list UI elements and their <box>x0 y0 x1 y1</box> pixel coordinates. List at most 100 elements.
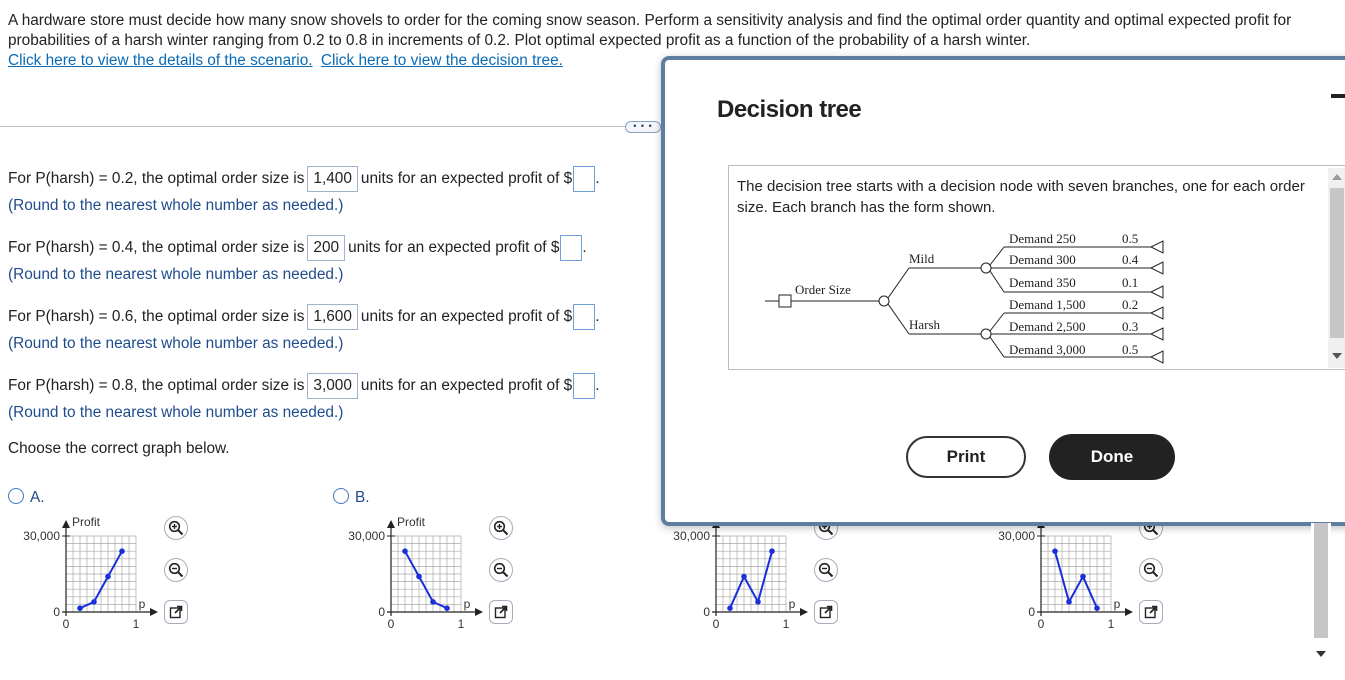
probability-label: 0.4 <box>1122 252 1139 267</box>
x-tick-label: 1 <box>1108 617 1115 631</box>
minimize-icon[interactable] <box>1331 94 1345 98</box>
x-tick-label: 1 <box>783 617 790 631</box>
data-point <box>402 548 408 554</box>
y-axis-label: Profit <box>397 515 426 529</box>
x-tick-label: 0 <box>713 617 720 631</box>
scroll-up-icon[interactable] <box>1332 174 1342 180</box>
y-tick-label: 0 <box>53 605 60 619</box>
page-scroll-down-icon[interactable] <box>1316 651 1326 657</box>
profit-chart: 30,000 00 1 p <box>673 520 808 631</box>
expand-icon[interactable] <box>1139 600 1163 624</box>
answer-row: For P(harsh) = 0.2, the optimal order si… <box>8 166 600 192</box>
rounding-hint: (Round to the nearest whole number as ne… <box>8 335 344 352</box>
order-size-label: Order Size <box>795 282 851 297</box>
row-middle: units for an expected profit of $ <box>360 170 573 188</box>
x-axis-label: p <box>1114 597 1121 611</box>
rounding-hint: (Round to the nearest whole number as ne… <box>8 404 344 421</box>
expand-icon[interactable] <box>489 600 513 624</box>
profit-chart: Profit 30,000 00 1 p <box>23 515 158 631</box>
row-prefix: For P(harsh) = 0.6, the optimal order si… <box>8 308 305 326</box>
expand-icon[interactable] <box>814 600 838 624</box>
zoom-in-icon[interactable] <box>489 516 513 540</box>
row-middle: units for an expected profit of $ <box>360 377 573 395</box>
print-button[interactable]: Print <box>906 436 1026 478</box>
y-tick-label: 30,000 <box>998 529 1035 543</box>
branch-harsh-label: Harsh <box>909 317 941 332</box>
y-tick-label: 0 <box>1028 605 1035 619</box>
data-point <box>741 573 747 580</box>
zoom-out-icon[interactable] <box>489 558 513 582</box>
probability-label: 0.5 <box>1122 342 1138 357</box>
order-size-answer[interactable]: 1,400 <box>307 166 358 192</box>
zoom-out-icon[interactable] <box>164 558 188 582</box>
data-point <box>727 605 733 611</box>
data-point <box>430 599 436 605</box>
more-button[interactable]: • • • <box>625 121 661 133</box>
scenario-link[interactable]: Click here to view the details of the sc… <box>8 52 313 69</box>
divider <box>0 126 628 127</box>
decision-tree-dialog: Decision tree The decision tree starts w… <box>661 56 1345 526</box>
row-middle: units for an expected profit of $ <box>348 239 560 257</box>
answer-row: For P(harsh) = 0.4, the optimal order si… <box>8 235 587 261</box>
x-tick-label: 1 <box>133 617 140 631</box>
scroll-thumb[interactable] <box>1330 188 1344 338</box>
probability-label: 0.5 <box>1122 231 1138 246</box>
zoom-in-icon[interactable] <box>164 516 188 540</box>
row-prefix: For P(harsh) = 0.8, the optimal order si… <box>8 377 305 395</box>
decision-tree-link[interactable]: Click here to view the decision tree. <box>321 52 563 69</box>
x-axis-label: p <box>139 597 146 611</box>
links-row: Click here to view the details of the sc… <box>8 52 567 70</box>
row-suffix: . <box>595 308 600 326</box>
y-tick-label: 30,000 <box>348 529 385 543</box>
dialog-title: Decision tree <box>717 96 862 123</box>
radio-button[interactable] <box>333 488 349 504</box>
option-radio[interactable]: A. <box>8 488 45 507</box>
outcome-label: Demand 300 <box>1009 252 1076 267</box>
x-tick-label: 1 <box>458 617 465 631</box>
page-scrollbar[interactable] <box>1311 523 1331 674</box>
expand-icon[interactable] <box>164 600 188 624</box>
row-suffix: . <box>582 239 587 257</box>
panel-scrollbar[interactable] <box>1328 168 1345 368</box>
x-axis-label: p <box>464 597 471 611</box>
data-point <box>105 573 111 580</box>
y-tick-label: 0 <box>703 605 710 619</box>
profit-chart: 30,000 00 1 p <box>998 520 1133 631</box>
done-button[interactable]: Done <box>1049 434 1175 480</box>
probability-label: 0.1 <box>1122 275 1138 290</box>
order-size-answer[interactable]: 200 <box>307 235 346 261</box>
profit-input[interactable] <box>573 373 596 399</box>
graph-option[interactable]: A. Profit 30,000 0 0 1 p <box>8 486 328 666</box>
data-point <box>119 548 125 554</box>
question-text: A hardware store must decide how many sn… <box>8 12 1292 49</box>
option-radio[interactable]: B. <box>333 488 370 507</box>
choose-prompt: Choose the correct graph below. <box>8 440 230 457</box>
y-tick-label: 0 <box>378 605 385 619</box>
data-point <box>769 548 775 554</box>
radio-button[interactable] <box>8 488 24 504</box>
rounding-hint: (Round to the nearest whole number as ne… <box>8 266 344 283</box>
outcome-label: Demand 2,500 <box>1009 319 1086 334</box>
probability-label: 0.2 <box>1122 297 1138 312</box>
graph-option[interactable]: B. Profit 30,000 0 0 1 p <box>333 486 653 666</box>
profit-chart: Profit 30,000 00 1 p <box>348 515 483 631</box>
option-label: B. <box>355 489 370 506</box>
x-axis-label: p <box>789 597 796 611</box>
scroll-down-icon[interactable] <box>1332 353 1342 359</box>
zoom-out-icon[interactable] <box>1139 558 1163 582</box>
tree-description: The decision tree starts with a decision… <box>737 178 1305 216</box>
profit-input[interactable] <box>573 166 596 192</box>
y-tick-label: 30,000 <box>673 529 710 543</box>
page-scroll-thumb[interactable] <box>1314 523 1328 638</box>
profit-input[interactable] <box>560 235 583 261</box>
data-point <box>1080 573 1086 580</box>
order-size-answer[interactable]: 1,600 <box>307 304 358 330</box>
zoom-out-icon[interactable] <box>814 558 838 582</box>
outcome-label: Demand 3,000 <box>1009 342 1086 357</box>
profit-input[interactable] <box>573 304 596 330</box>
probability-label: 0.3 <box>1122 319 1138 334</box>
outcome-label: Demand 250 <box>1009 231 1076 246</box>
row-prefix: For P(harsh) = 0.2, the optimal order si… <box>8 170 305 188</box>
order-size-answer[interactable]: 3,000 <box>307 373 358 399</box>
row-prefix: For P(harsh) = 0.4, the optimal order si… <box>8 239 305 257</box>
